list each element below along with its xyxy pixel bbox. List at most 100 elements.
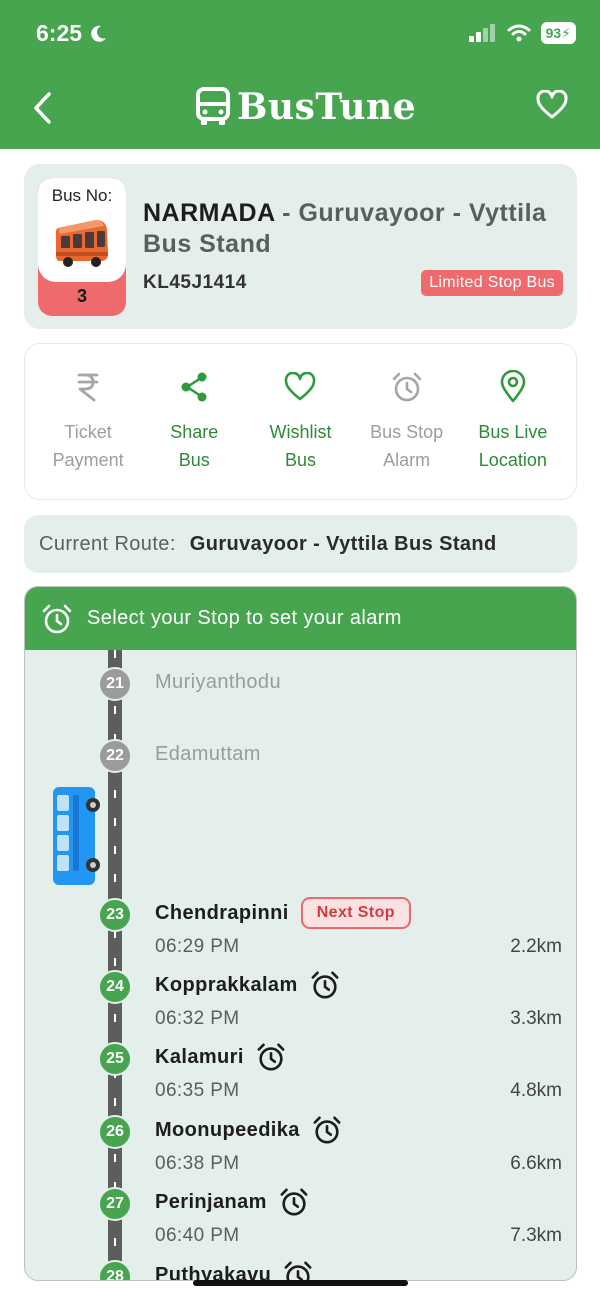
bus-live-location-button[interactable]: Bus Live Location bbox=[463, 344, 563, 499]
wishlist-bus-label: Wishlist Bus bbox=[269, 418, 331, 474]
stops-panel-title: Select your Stop to set your alarm bbox=[87, 607, 402, 629]
next-stop-badge: Next Stop bbox=[300, 897, 411, 929]
stop-name: Kopprakkalam bbox=[155, 970, 340, 1000]
set-alarm-icon[interactable] bbox=[279, 1187, 309, 1217]
bus-info-card: Bus No: 3 NARMADA - Guruvayoor - Vyttila… bbox=[24, 164, 577, 329]
action-line2: Payment bbox=[52, 450, 124, 470]
bus-stop-alarm-label: Bus Stop Alarm bbox=[370, 418, 443, 474]
stop-time: 06:40 PM bbox=[155, 1225, 240, 1246]
current-route-value: Guruvayoor - Vyttila Bus Stand bbox=[189, 532, 497, 555]
current-route-label: Current Route: bbox=[39, 532, 176, 555]
stop-name: Muriyanthodu bbox=[155, 671, 281, 694]
set-alarm-icon[interactable] bbox=[283, 1260, 313, 1281]
bus-stop-alarm-button[interactable]: Bus Stop Alarm bbox=[357, 344, 457, 499]
stop-distance: 3.3km bbox=[510, 1008, 562, 1029]
stop-name-text: Chendrapinni bbox=[155, 901, 289, 924]
wishlist-bus-button[interactable]: Wishlist Bus bbox=[250, 344, 350, 499]
stop-name-text: Perinjanam bbox=[155, 1190, 267, 1213]
stop-name: Moonupeedika bbox=[155, 1115, 342, 1145]
stop-time: 06:29 PM bbox=[155, 936, 240, 957]
share-bus-button[interactable]: Share Bus bbox=[144, 344, 244, 499]
rupee-icon bbox=[71, 370, 105, 404]
current-route-bar: Current Route: Guruvayoor - Vyttila Bus … bbox=[24, 515, 577, 573]
ticket-payment-label: Ticket Payment bbox=[53, 418, 124, 474]
action-line1: Bus Stop bbox=[370, 422, 444, 442]
stop-time: 06:38 PM bbox=[155, 1153, 240, 1174]
signal-icon bbox=[468, 24, 495, 42]
alarm-clock-icon bbox=[42, 604, 72, 633]
stop-number: 24 bbox=[98, 970, 132, 1004]
stop-name: Edamuttam bbox=[155, 743, 261, 766]
ticket-payment-button[interactable]: Ticket Payment bbox=[38, 344, 138, 499]
bus-actions: Ticket Payment Share Bus Wishlist Bus Bus S… bbox=[24, 343, 577, 500]
alarm-icon bbox=[390, 370, 424, 404]
share-icon bbox=[177, 370, 211, 404]
wifi-icon bbox=[507, 24, 531, 42]
heart-icon bbox=[283, 370, 317, 404]
stop-name: Chendrapinni Next Stop bbox=[155, 897, 411, 929]
bus-icon bbox=[56, 220, 108, 267]
clock-text: 6:25 bbox=[36, 20, 83, 46]
stop-name: Perinjanam bbox=[155, 1187, 309, 1217]
bus-name: NARMADA bbox=[143, 199, 275, 227]
stops-panel-header: Select your Stop to set your alarm bbox=[25, 587, 576, 650]
status-time: 6:25 bbox=[36, 20, 108, 47]
stop-number: 25 bbox=[98, 1042, 132, 1076]
stop-name-text: Muriyanthodu bbox=[155, 671, 281, 693]
bus-position-icon bbox=[53, 787, 100, 885]
brand-logo: BusTune bbox=[195, 86, 416, 128]
moon-icon bbox=[91, 25, 107, 42]
status-indicators: 93⚡ bbox=[468, 22, 576, 44]
stop-name-text: Moonupeedika bbox=[155, 1118, 300, 1141]
bus-number: 3 bbox=[76, 286, 87, 306]
action-line1: Share bbox=[170, 422, 219, 442]
bus-title: NARMADA - Guruvayoor - Vyttila Bus Stand bbox=[143, 198, 563, 260]
battery-level: 93 bbox=[545, 25, 562, 41]
stop-name: Puthyakavu bbox=[155, 1260, 313, 1281]
wishlist-header-button[interactable] bbox=[536, 89, 572, 126]
action-line1: Wishlist bbox=[269, 422, 332, 442]
share-bus-label: Share Bus bbox=[170, 418, 218, 474]
stop-name-text: Kalamuri bbox=[155, 1045, 244, 1068]
action-line2: Alarm bbox=[383, 450, 431, 470]
back-button[interactable] bbox=[24, 88, 60, 128]
stop-distance: 7.3km bbox=[510, 1225, 562, 1246]
stop-distance: 6.6km bbox=[510, 1153, 562, 1174]
bus-registration: KL45J1414 bbox=[143, 272, 247, 293]
stop-number: 26 bbox=[98, 1115, 132, 1149]
stop-number: 27 bbox=[98, 1187, 132, 1221]
stop-time: 06:32 PM bbox=[155, 1008, 240, 1029]
stop-name: Kalamuri bbox=[155, 1042, 286, 1072]
bus-live-location-label: Bus Live Location bbox=[478, 418, 547, 474]
chevron-left-icon bbox=[34, 92, 51, 124]
stop-name-text: Edamuttam bbox=[155, 743, 261, 765]
stop-name-text: Puthyakavu bbox=[155, 1263, 272, 1281]
home-indicator bbox=[193, 1280, 408, 1286]
bus-logo-icon bbox=[196, 87, 230, 125]
action-line2: Bus bbox=[284, 450, 316, 470]
battery-indicator: 93⚡ bbox=[540, 22, 576, 44]
brand-name: BusTune bbox=[237, 86, 417, 128]
location-pin-icon bbox=[496, 370, 530, 404]
stop-distance: 4.8km bbox=[510, 1080, 562, 1101]
stop-number: 21 bbox=[98, 667, 132, 701]
stops-panel: Select your Stop to set your alarm 21 Mu… bbox=[24, 586, 577, 1281]
bus-badge-top: Bus No: bbox=[38, 178, 126, 282]
heart-outline-icon bbox=[536, 89, 568, 119]
set-alarm-icon[interactable] bbox=[310, 970, 340, 1000]
set-alarm-icon[interactable] bbox=[312, 1115, 342, 1145]
stop-distance: 2.2km bbox=[510, 936, 562, 957]
action-line1: Ticket bbox=[64, 422, 112, 442]
bus-number-label: Bus No: bbox=[51, 186, 113, 205]
bus-number-badge: Bus No: 3 bbox=[38, 178, 126, 316]
app-header: 6:25 93⚡ BusTune bbox=[0, 0, 600, 149]
stop-number: 28 bbox=[98, 1260, 132, 1280]
action-line2: Location bbox=[478, 450, 547, 470]
bus-title-separator: - bbox=[274, 199, 299, 227]
action-line2: Bus bbox=[178, 450, 210, 470]
stop-name-text: Kopprakkalam bbox=[155, 973, 298, 996]
stop-time: 06:35 PM bbox=[155, 1080, 240, 1101]
set-alarm-icon[interactable] bbox=[256, 1042, 286, 1072]
action-line1: Bus Live bbox=[478, 422, 548, 442]
stop-number: 22 bbox=[98, 739, 132, 773]
